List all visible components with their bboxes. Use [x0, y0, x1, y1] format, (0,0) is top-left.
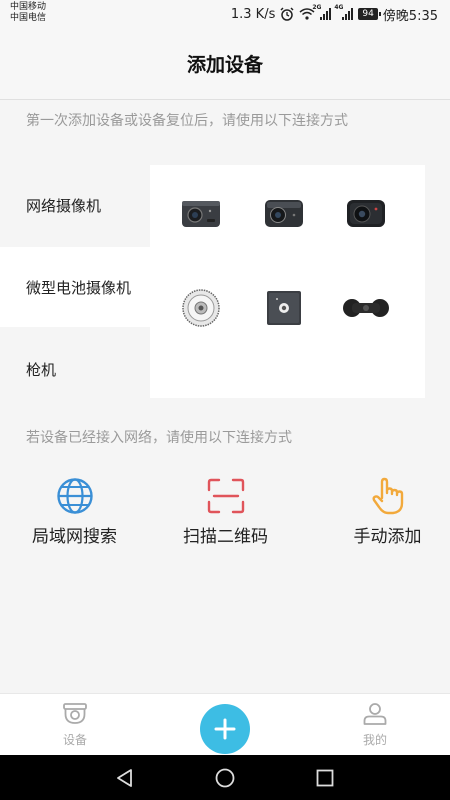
plus-icon [214, 718, 236, 740]
first-setup-hint: 第一次添加设备或设备复位后，请使用以下连接方式 [26, 113, 348, 129]
carrier-1: 中国移动 [10, 2, 47, 12]
connected-hint: 若设备已经接入网络，请使用以下连接方式 [26, 430, 292, 446]
tab-mine-label: 我的 [362, 733, 387, 747]
manual-add-button[interactable]: 手动添加 [335, 476, 440, 547]
back-icon[interactable] [114, 767, 136, 789]
network-type-2: 4G [334, 4, 344, 11]
device-camera-cube-3[interactable] [343, 193, 389, 233]
globe-icon [56, 478, 93, 514]
page-title: 添加设备 [186, 54, 263, 76]
category-label: 微型电池摄像机 [26, 278, 132, 297]
device-type-selector: 网络摄像机 微型电池摄像机 枪机 [0, 165, 450, 409]
status-indicators: 1.3 K/s 2G 4G 94 傍晚5:35 [231, 4, 438, 24]
scan-qr-button[interactable]: 扫描二维码 [173, 476, 278, 547]
tab-devices-label: 设备 [62, 733, 87, 747]
camera-round-icon [182, 289, 220, 327]
scan-qr-icon [207, 478, 244, 514]
device-camera-cube-2[interactable] [261, 193, 307, 233]
device-camera-cube-1[interactable] [178, 193, 224, 233]
device-grid [150, 165, 425, 398]
battery-icon: 94 [358, 8, 382, 20]
app-header: 添加设备 [0, 28, 450, 100]
network-type-1: 2G [312, 4, 322, 11]
device-camera-square[interactable] [261, 285, 307, 331]
camera-bar-icon [343, 299, 389, 317]
network-speed: 1.3 K/s [230, 6, 276, 22]
category-bullet-camera[interactable]: 枪机 [0, 329, 150, 409]
camera-cube-icon [265, 200, 303, 227]
camera-cube-icon [182, 201, 220, 227]
category-list: 网络摄像机 微型电池摄像机 枪机 [0, 165, 150, 409]
dome-camera-icon [63, 703, 87, 724]
carrier-2: 中国电信 [10, 13, 47, 23]
recent-apps-icon[interactable] [314, 767, 336, 789]
category-mini-battery-camera[interactable]: 微型电池摄像机 [0, 247, 150, 327]
lan-search-label: 局域网搜索 [32, 527, 117, 547]
lan-search-button[interactable]: 局域网搜索 [22, 476, 127, 547]
tab-mine[interactable]: 我的 [345, 702, 405, 748]
clock: 傍晚5:35 [382, 8, 438, 24]
category-network-camera[interactable]: 网络摄像机 [0, 165, 150, 245]
user-icon [363, 703, 387, 725]
signal-icon-2: 4G [334, 4, 354, 20]
signal-icon-1: 2G [312, 4, 332, 20]
device-camera-bar[interactable] [340, 285, 392, 331]
camera-cube-icon [347, 200, 385, 227]
camera-square-icon [267, 291, 301, 325]
bottom-tab-bar: 设备 我的 [0, 693, 450, 755]
home-icon[interactable] [214, 767, 236, 789]
manual-add-label: 手动添加 [353, 527, 422, 547]
system-nav-bar [0, 755, 450, 800]
carrier-info: 中国移动 中国电信 [10, 2, 46, 24]
category-label: 网络摄像机 [26, 196, 102, 215]
scan-qr-label: 扫描二维码 [183, 527, 268, 547]
tab-devices[interactable]: 设备 [45, 702, 105, 748]
add-device-fab[interactable] [200, 704, 250, 754]
status-bar: 中国移动 中国电信 1.3 K/s 2G 4G 94 傍晚5:35 [0, 0, 450, 28]
device-camera-round[interactable] [178, 285, 224, 331]
hand-pointer-icon [372, 477, 403, 515]
alarm-icon [280, 7, 294, 21]
category-label: 枪机 [26, 360, 57, 379]
